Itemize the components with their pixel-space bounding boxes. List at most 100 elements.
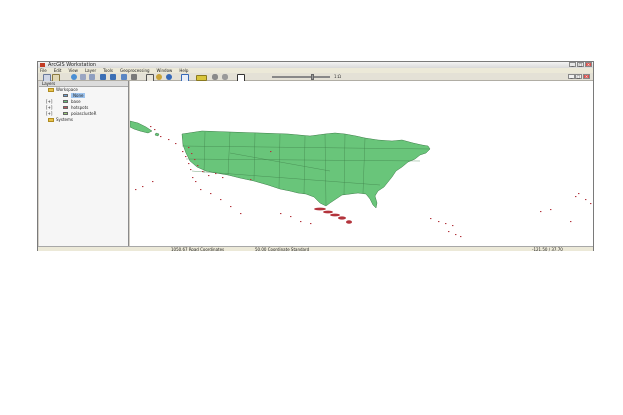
hotspot-point (452, 225, 454, 227)
island-shape (338, 216, 346, 220)
forward-icon[interactable] (110, 74, 116, 80)
folder-icon (48, 118, 54, 122)
folder-icon (48, 88, 54, 92)
expand-toggle[interactable]: [+] (46, 99, 52, 104)
close-button[interactable]: × (585, 62, 592, 67)
zoom-slider-handle[interactable] (311, 74, 314, 80)
hotspot-point (540, 211, 542, 213)
layer-swatch (63, 112, 68, 115)
hotspot-point (191, 153, 193, 155)
layer-item-none[interactable]: None (71, 93, 86, 98)
hotspot-point (210, 193, 212, 195)
hotspot-point (185, 156, 187, 158)
layer-item-hotspots[interactable]: hotspots (71, 105, 88, 110)
maximize-button[interactable]: □ (577, 62, 584, 67)
status-xy: -121.50 / 37.70 (532, 247, 563, 252)
island-fragment (154, 132, 160, 137)
tree-root-workspace[interactable]: Workspace (56, 87, 78, 92)
hotspot-point (195, 181, 197, 183)
info-icon[interactable] (166, 74, 172, 80)
hotspot-point (208, 175, 210, 177)
hotspot-point (240, 213, 242, 215)
hotspot-point (197, 165, 199, 167)
layers-panel-title: Layers (42, 81, 56, 86)
hotspot-point (142, 186, 144, 188)
tree-root-systems[interactable]: Systems (56, 117, 73, 122)
hotspot-point (230, 206, 232, 208)
hotspot-point (152, 181, 154, 183)
hotspot-point (215, 173, 217, 175)
hotspot-point (570, 221, 572, 223)
layer-swatch (63, 94, 68, 97)
hotspot-point (575, 196, 577, 198)
zoom-layer-icon[interactable] (89, 74, 95, 80)
hotspot-point (585, 199, 587, 201)
hotspot-point (202, 171, 204, 173)
hotspot-point (578, 193, 580, 195)
link-icon[interactable] (212, 74, 218, 80)
map-canvas[interactable] (130, 81, 593, 246)
hotspot-point (182, 151, 184, 153)
doc-close-button[interactable]: × (583, 74, 590, 79)
status-coordinates: 1050.67 Road Coordinates (171, 247, 225, 252)
globe-icon[interactable] (71, 74, 77, 80)
expand-toggle[interactable]: [+] (46, 105, 52, 110)
identify-icon[interactable] (156, 74, 162, 80)
hotspot-point (270, 151, 272, 153)
full-extent-icon[interactable] (121, 74, 127, 80)
expand-toggle[interactable]: [+] (46, 111, 52, 116)
map-view[interactable] (130, 81, 593, 246)
hotspot-point (590, 203, 592, 205)
layer-item-poiasclusterr[interactable]: poiasclusteR (71, 111, 96, 116)
island-shape (323, 210, 333, 214)
hotspot-point (194, 159, 196, 161)
zoom-slider-track[interactable] (272, 76, 330, 78)
save-icon[interactable] (131, 74, 137, 80)
back-icon[interactable] (100, 74, 106, 80)
scale-readout: 1:Ω (334, 74, 341, 79)
main-window: ArcGIS Workstation _ □ × File Edit View … (37, 61, 594, 252)
hotspot-point (200, 189, 202, 191)
hotspot-point (250, 179, 252, 181)
hotspot-point (188, 147, 190, 149)
hotspot-point (455, 234, 457, 236)
unlink-icon[interactable] (222, 74, 228, 80)
hotspot-point (460, 236, 462, 238)
hotspot-point (550, 209, 552, 211)
hotspot-point (310, 223, 312, 225)
status-standard: 50.00 Coordinate Standard (255, 247, 310, 252)
layer-swatch (63, 106, 68, 109)
hotspot-point (220, 199, 222, 201)
layers-panel: Layers Workspace None [+] base [+] hotsp… (39, 81, 129, 246)
hotspot-point (192, 177, 194, 179)
hotspot-point (430, 218, 432, 220)
hotspot-point (290, 216, 292, 218)
island-shape (314, 207, 326, 211)
doc-maximize-button[interactable]: □ (575, 74, 582, 79)
app-icon (40, 63, 45, 67)
toolbar: 1:Ω (38, 73, 593, 82)
land-layer (130, 120, 431, 224)
doc-minimize-button[interactable]: _ (568, 74, 575, 79)
layer-item-base[interactable]: base (71, 99, 81, 104)
island-shape (346, 220, 352, 224)
hotspot-point (190, 169, 192, 171)
zoom-out-icon[interactable] (80, 74, 86, 80)
status-bar: 1050.67 Road Coordinates 50.00 Coordinat… (38, 246, 593, 252)
hotspot-point (188, 163, 190, 165)
hotspot-point (448, 231, 450, 233)
hotspot-point (160, 136, 162, 138)
hotspot-point (222, 177, 224, 179)
hotspot-point (438, 221, 440, 223)
hotspot-point (300, 221, 302, 223)
layer-swatch (63, 100, 68, 103)
contiguous-us-shape (181, 130, 431, 209)
layers-panel-header: Layers (39, 81, 128, 87)
hotspot-point (175, 143, 177, 145)
alaska-fragment (130, 120, 153, 134)
minimize-button[interactable]: _ (569, 62, 576, 67)
hotspot-point (150, 126, 152, 128)
hotspot-point (168, 139, 170, 141)
hotspot-point (154, 129, 156, 131)
hotspot-point (280, 213, 282, 215)
